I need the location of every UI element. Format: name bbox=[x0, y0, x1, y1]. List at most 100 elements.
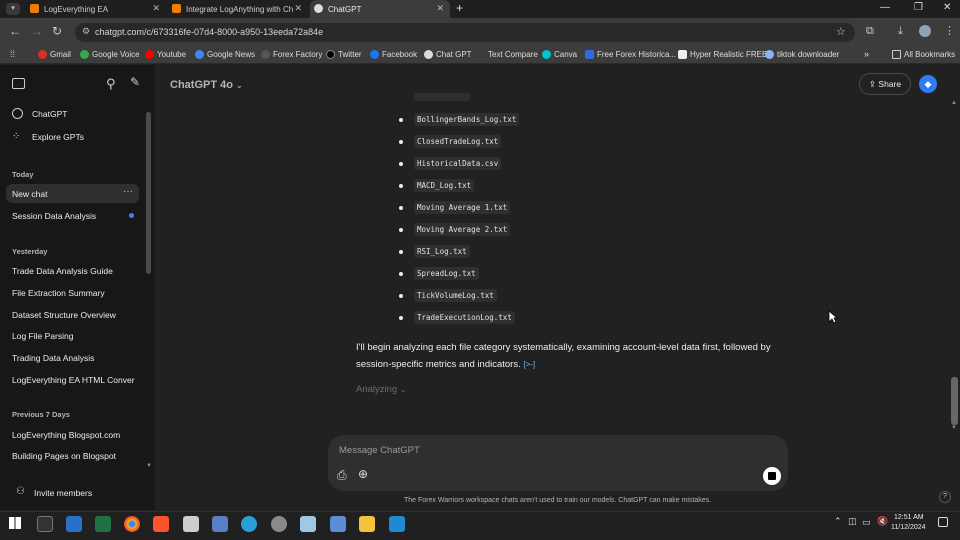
sidebar-item-explore-gpts[interactable]: Explore GPTs bbox=[32, 132, 84, 142]
download-icon[interactable]: ⤓ bbox=[898, 25, 903, 38]
new-chat-icon[interactable]: ✎ bbox=[130, 75, 140, 89]
list-bullet bbox=[399, 228, 403, 232]
extensions-icon[interactable]: ⧉ bbox=[866, 25, 874, 38]
close-icon[interactable]: ✕ bbox=[436, 3, 444, 14]
sidebar-item-logeverything-blogspot[interactable]: LogEverything Blogspot.com bbox=[12, 430, 120, 440]
share-button[interactable]: ⇪ Share bbox=[859, 73, 911, 95]
model-selector[interactable]: ChatGPT 4o ⌄ bbox=[170, 79, 243, 91]
chevron-down-icon: ⌄ bbox=[236, 81, 243, 90]
clock-date[interactable]: 11/12/2024 bbox=[891, 524, 926, 531]
more-options-icon[interactable]: ··· bbox=[123, 186, 133, 197]
list-bullet bbox=[399, 250, 403, 254]
web-search-icon[interactable]: ⊕ bbox=[358, 467, 368, 481]
bookmark-tiktok[interactable]: tiktok downloader bbox=[765, 50, 839, 59]
file-name: Moving Average 2.txt bbox=[414, 223, 511, 236]
app-icon-grey[interactable] bbox=[183, 516, 199, 532]
calculator-icon[interactable] bbox=[330, 516, 346, 532]
sidebar-scrollbar[interactable] bbox=[146, 112, 151, 274]
new-tab-button[interactable]: + bbox=[456, 1, 463, 15]
bookmark-twitter[interactable]: Twitter bbox=[326, 50, 362, 59]
tab-logeverything[interactable]: LogEverything EA ✕ bbox=[26, 0, 166, 18]
sidebar-item-file-extraction-summary[interactable]: File Extraction Summary bbox=[12, 288, 105, 298]
bookmark-star-icon[interactable]: ☆ bbox=[836, 25, 846, 38]
list-bullet bbox=[399, 118, 403, 122]
app-icon-people[interactable] bbox=[212, 516, 228, 532]
back-icon[interactable]: ← bbox=[9, 24, 21, 38]
scroll-down-icon[interactable]: ▼ bbox=[951, 425, 957, 431]
section-today: Today bbox=[12, 170, 34, 179]
close-icon[interactable]: ✕ bbox=[294, 3, 302, 14]
bookmark-youtube[interactable]: Youtube bbox=[145, 50, 186, 59]
message-input[interactable]: Message ChatGPT bbox=[339, 445, 739, 456]
tab-integrate[interactable]: Integrate LogAnything with Ch ✕ bbox=[168, 0, 308, 18]
sidebar-item-new-chat[interactable]: New chat bbox=[12, 189, 47, 199]
hyper-realistic-icon bbox=[678, 50, 687, 59]
bookmark-canva[interactable]: Canva bbox=[542, 50, 577, 59]
scroll-up-icon[interactable]: ▲ bbox=[951, 100, 957, 106]
minimize-icon[interactable]: — bbox=[880, 2, 890, 13]
close-icon[interactable]: ✕ bbox=[152, 3, 160, 14]
attach-icon[interactable]: ⎙ bbox=[337, 468, 347, 483]
clock-time[interactable]: 12:51 AM bbox=[894, 514, 924, 521]
url-text[interactable]: chatgpt.com/c/673316fe-07d4-8000-a950-13… bbox=[95, 27, 323, 37]
bookmark-facebook[interactable]: Facebook bbox=[370, 50, 417, 59]
terminal-icon[interactable] bbox=[37, 516, 53, 532]
chrome-icon[interactable] bbox=[124, 516, 140, 532]
sidebar-item-logeverything-html[interactable]: LogEverything EA HTML Conver bbox=[12, 375, 147, 385]
forward-icon[interactable]: → bbox=[31, 24, 43, 38]
sidebar-item-session-data-analysis[interactable]: Session Data Analysis bbox=[12, 211, 96, 221]
bookmark-google-voice[interactable]: Google Voice bbox=[80, 50, 140, 59]
tray-chevron-icon[interactable]: ⌃ bbox=[834, 516, 842, 527]
window-close-icon[interactable]: ✕ bbox=[943, 2, 951, 13]
sidebar-item-trade-data-analysis-guide[interactable]: Trade Data Analysis Guide bbox=[12, 266, 113, 276]
citation-link[interactable]: [>-] bbox=[523, 360, 535, 369]
stop-button[interactable] bbox=[763, 467, 781, 485]
bookmark-google-news[interactable]: Google News bbox=[195, 50, 255, 59]
help-button[interactable]: ? bbox=[939, 491, 951, 503]
tab-title: LogEverything EA bbox=[44, 4, 109, 14]
telegram-icon[interactable] bbox=[241, 516, 257, 532]
sidebar-item-log-file-parsing[interactable]: Log File Parsing bbox=[12, 331, 73, 341]
profile-avatar[interactable] bbox=[919, 25, 931, 37]
windows-start-icon[interactable] bbox=[9, 517, 21, 529]
app-icon-globe[interactable] bbox=[271, 516, 287, 532]
network-icon[interactable]: ◫ bbox=[848, 516, 857, 527]
reload-icon[interactable]: ↻ bbox=[52, 24, 62, 38]
main-scrollbar[interactable] bbox=[951, 377, 958, 425]
bookmark-forex-historical[interactable]: Free Forex Historica... bbox=[585, 50, 676, 59]
bookmark-forex-factory[interactable]: Forex Factory bbox=[261, 50, 322, 59]
apps-icon[interactable]: ⁞⁞ bbox=[10, 49, 15, 59]
volume-icon[interactable]: 🔇 bbox=[877, 516, 888, 527]
bookmark-gmail[interactable]: Gmail bbox=[38, 50, 71, 59]
user-avatar[interactable]: ◆ bbox=[919, 75, 937, 93]
site-info-icon[interactable]: ⚙ bbox=[82, 26, 90, 37]
battery-icon[interactable]: ▭ bbox=[862, 517, 871, 528]
notifications-icon[interactable] bbox=[938, 517, 948, 527]
brave-icon[interactable] bbox=[153, 516, 169, 532]
sidebar-item-building-pages-blogspot[interactable]: Building Pages on Blogspot bbox=[12, 451, 116, 461]
sidebar-item-trading-data-analysis[interactable]: Trading Data Analysis bbox=[12, 353, 94, 363]
bookmark-hyper-realistic[interactable]: Hyper Realistic FREE bbox=[678, 50, 767, 59]
excel-icon[interactable] bbox=[95, 516, 111, 532]
more-bookmarks-icon[interactable]: » bbox=[864, 49, 869, 59]
bookmark-text-compare[interactable]: Text Compare bbox=[476, 50, 538, 59]
file-explorer-icon[interactable] bbox=[359, 516, 375, 532]
all-bookmarks[interactable]: All Bookmarks bbox=[892, 50, 955, 59]
tab-chatgpt[interactable]: ChatGPT ✕ bbox=[310, 0, 450, 18]
analyzing-status[interactable]: Analyzing ⌄ bbox=[356, 384, 407, 395]
vscode-icon[interactable] bbox=[389, 516, 405, 532]
invite-members-button[interactable]: Invite members bbox=[34, 488, 92, 498]
bookmark-chatgpt[interactable]: Chat GPT bbox=[424, 50, 472, 59]
menu-icon[interactable]: ⋮ bbox=[944, 24, 955, 37]
app-icon-notes[interactable] bbox=[300, 516, 316, 532]
tab-search-button[interactable]: ▾ bbox=[6, 3, 20, 15]
sidebar-toggle-icon[interactable] bbox=[12, 78, 25, 89]
gmail-icon bbox=[38, 50, 47, 59]
scroll-down-icon[interactable]: ▼ bbox=[146, 463, 152, 469]
search-icon[interactable]: ⚲ bbox=[106, 76, 116, 92]
sidebar-item-chatgpt[interactable]: ChatGPT bbox=[32, 109, 67, 119]
sidebar-item-dataset-structure-overview[interactable]: Dataset Structure Overview bbox=[12, 310, 116, 320]
maximize-icon[interactable]: ❐ bbox=[914, 2, 923, 13]
blogger-icon bbox=[30, 4, 39, 13]
app-icon-blue[interactable] bbox=[66, 516, 82, 532]
